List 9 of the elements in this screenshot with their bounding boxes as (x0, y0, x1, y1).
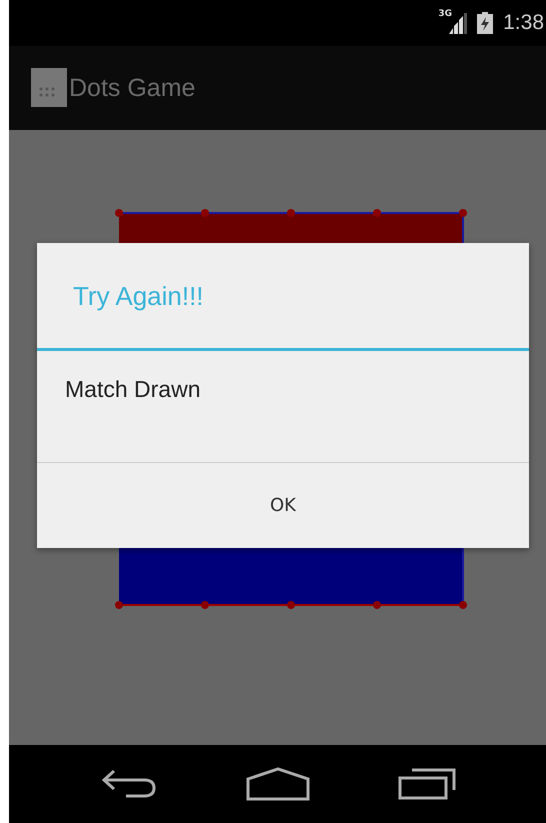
home-icon[interactable] (246, 767, 310, 801)
network-type: 3G (438, 9, 452, 19)
ok-button[interactable]: OK (37, 463, 529, 548)
recent-apps-icon[interactable] (398, 768, 456, 800)
clock-time: 1:38 (503, 11, 544, 35)
app-title: Dots Game (69, 74, 196, 102)
battery-icon (477, 12, 494, 34)
dialog-title: Try Again!!! (37, 243, 529, 351)
back-icon[interactable] (100, 768, 158, 800)
